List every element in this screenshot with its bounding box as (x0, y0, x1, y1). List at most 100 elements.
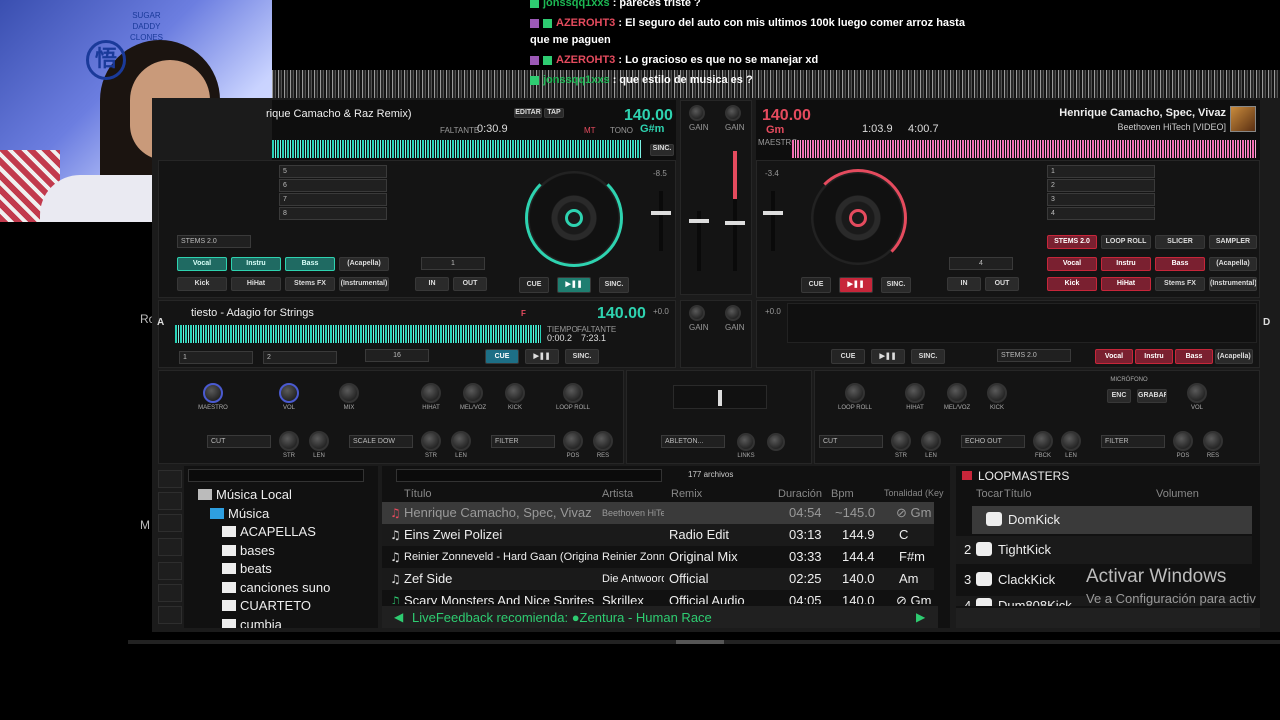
deck-a-sync-button[interactable]: SINC. (650, 144, 674, 156)
deck-a-jogwheel[interactable] (525, 169, 623, 267)
fx-right-select-cut[interactable]: CUT (819, 435, 883, 448)
fx-right-knob-len[interactable] (921, 431, 941, 451)
browser-side-icon[interactable] (158, 584, 182, 602)
deck-b-waveform[interactable] (792, 140, 1256, 158)
deck-d-stem-instru[interactable]: Instru (1135, 349, 1173, 364)
col-artist[interactable]: Artista (602, 488, 633, 500)
deck-b-loop-in[interactable]: IN (947, 277, 981, 291)
deck-b-loop-out[interactable]: OUT (985, 277, 1019, 291)
deck-b-stem-instru[interactable]: Instru (1101, 257, 1151, 271)
deck-b-loop-size[interactable]: 4 (949, 257, 1013, 270)
tree-item[interactable]: beats (222, 561, 272, 576)
deck-b-stem-instrumental[interactable]: (Instrumental) (1209, 277, 1257, 291)
fx-knob-len[interactable] (309, 431, 329, 451)
deck-a-loop-in[interactable]: IN (415, 277, 449, 291)
fx-knob-pos[interactable] (563, 431, 583, 451)
gain-knob-d[interactable] (725, 305, 741, 321)
col-key[interactable]: Tonalidad (Key (884, 488, 944, 498)
fx-right-knob-len-2[interactable] (1061, 431, 1081, 451)
col-remix[interactable]: Remix (671, 488, 702, 500)
browser-side-icon[interactable] (158, 492, 182, 510)
table-row[interactable]: ♫ Scary Monsters And Nice Sprites Skrill… (382, 590, 934, 604)
deck-a-pad[interactable]: 6 (279, 179, 387, 192)
deck-a-stem-kick[interactable]: Kick (177, 277, 227, 291)
sampler-item[interactable]: 2 TightKick (956, 536, 1252, 564)
deck-b-stem-kick[interactable]: Kick (1047, 277, 1097, 291)
deck-a-stems-select[interactable]: STEMS 2.0 (177, 235, 251, 248)
tree-item[interactable]: bases (222, 543, 275, 558)
gain-knob-c[interactable] (689, 305, 705, 321)
deck-b-pitch-fader[interactable] (763, 191, 783, 251)
deck-a-loop-out[interactable]: OUT (453, 277, 487, 291)
col-title[interactable]: Título (404, 488, 432, 500)
deck-a-stem-hihat[interactable]: HiHat (231, 277, 281, 291)
fx-knob-str[interactable] (279, 431, 299, 451)
tree-item[interactable]: CUARTETO (222, 598, 311, 613)
deck-a-play-button[interactable]: ▶❚❚ (557, 277, 591, 293)
deck-d-stem-acapella[interactable]: (Acapella) (1215, 349, 1253, 364)
deck-a-pad[interactable]: 5 (279, 165, 387, 178)
deck-b-stem-bass[interactable]: Bass (1155, 257, 1205, 271)
deck-b-sampler-button[interactable]: SAMPLER (1209, 235, 1257, 249)
deck-b-loop-roll-button[interactable]: LOOP ROLL (1101, 235, 1151, 249)
fx-select-ableton[interactable]: ABLETON... (661, 435, 725, 448)
table-row[interactable]: ♫ Reinier Zonneveld - Hard Gaan (Origina… (382, 546, 934, 568)
livefeedback-bar[interactable]: ◀ LiveFeedback recomienda: ●Zentura - Hu… (382, 606, 938, 628)
scroll-thumb[interactable] (676, 640, 724, 644)
deck-c-cue-button[interactable]: CUE (485, 349, 519, 364)
tree-item[interactable]: ACAPELLAS (222, 524, 316, 539)
browser-side-icon[interactable] (158, 562, 182, 580)
deck-a-cue-button[interactable]: CUE (519, 277, 549, 293)
fx-right-select-echo[interactable]: ECHO OUT (961, 435, 1025, 448)
fx-right-select-filter[interactable]: FILTER (1101, 435, 1165, 448)
fx-knob-kick[interactable] (505, 383, 525, 403)
sampler-toolbar[interactable] (956, 608, 1260, 628)
deck-b-stem-hihat[interactable]: HiHat (1101, 277, 1151, 291)
deck-a-loop-size[interactable]: 1 (421, 257, 485, 270)
deck-a-sync-button-bottom[interactable]: SINC. (599, 277, 629, 293)
deck-c-sync-button[interactable]: SINC. (565, 349, 599, 364)
deck-b-stem-acapella[interactable]: (Acapella) (1209, 257, 1257, 271)
tree-item[interactable]: Música (210, 506, 269, 521)
fx-knob-melvoz[interactable] (463, 383, 483, 403)
fx-select-cut[interactable]: CUT (207, 435, 271, 448)
col-bpm[interactable]: Bpm (831, 488, 854, 500)
deck-b-jogwheel[interactable] (809, 169, 907, 267)
fx-knob-hihat[interactable] (421, 383, 441, 403)
deck-a-pad[interactable]: 8 (279, 207, 387, 220)
tree-item[interactable]: cumbia (222, 617, 282, 628)
deck-b-pad[interactable]: 2 (1047, 179, 1155, 192)
deck-b-stems-button[interactable]: STEMS 2.0 (1047, 235, 1097, 249)
fx-knob-res[interactable] (593, 431, 613, 451)
livefeedback-left-arrow[interactable]: ◀ (394, 610, 403, 624)
deck-a-stem-bass[interactable]: Bass (285, 257, 335, 271)
deck-c-pad[interactable]: 2 (263, 351, 337, 364)
vol-knob[interactable] (279, 383, 299, 403)
mic-vol-knob[interactable] (1187, 383, 1207, 403)
deck-c-play-button[interactable]: ▶❚❚ (525, 349, 559, 364)
deck-a-stem-instrumental[interactable]: (Instrumental) (339, 277, 389, 291)
fx-right-knob-melvoz[interactable] (947, 383, 967, 403)
deck-b-pad[interactable]: 4 (1047, 207, 1155, 220)
mic-record-button[interactable]: GRABAR (1137, 389, 1167, 403)
table-row[interactable]: ♫ Henrique Camacho, Spec, Vivaz Beethove… (382, 502, 934, 524)
fx-right-knob-kick[interactable] (987, 383, 1007, 403)
deck-a-edit-button[interactable]: EDITAR (514, 108, 542, 118)
center-knob[interactable] (767, 433, 785, 451)
deck-a-pitch-fader[interactable] (651, 191, 671, 251)
deck-b-play-button[interactable]: ▶❚❚ (839, 277, 873, 293)
deck-a-pad[interactable]: 7 (279, 193, 387, 206)
fx-right-knob-str[interactable] (891, 431, 911, 451)
deck-a-tap-button[interactable]: TAP (544, 108, 564, 118)
crossfader[interactable] (673, 385, 767, 409)
col-duration[interactable]: Duración (778, 488, 822, 500)
deck-d-cue-button[interactable]: CUE (831, 349, 865, 364)
deck-b-pad[interactable]: 1 (1047, 165, 1155, 178)
deck-b-pad[interactable]: 3 (1047, 193, 1155, 206)
deck-b-cue-button[interactable]: CUE (801, 277, 831, 293)
browser-search-icon[interactable] (158, 470, 182, 488)
folder-search-input[interactable] (188, 469, 364, 482)
deck-a-stem-fx[interactable]: Stems FX (285, 277, 335, 291)
browser-side-icon[interactable] (158, 514, 182, 532)
deck-d-stem-vocal[interactable]: Vocal (1095, 349, 1133, 364)
